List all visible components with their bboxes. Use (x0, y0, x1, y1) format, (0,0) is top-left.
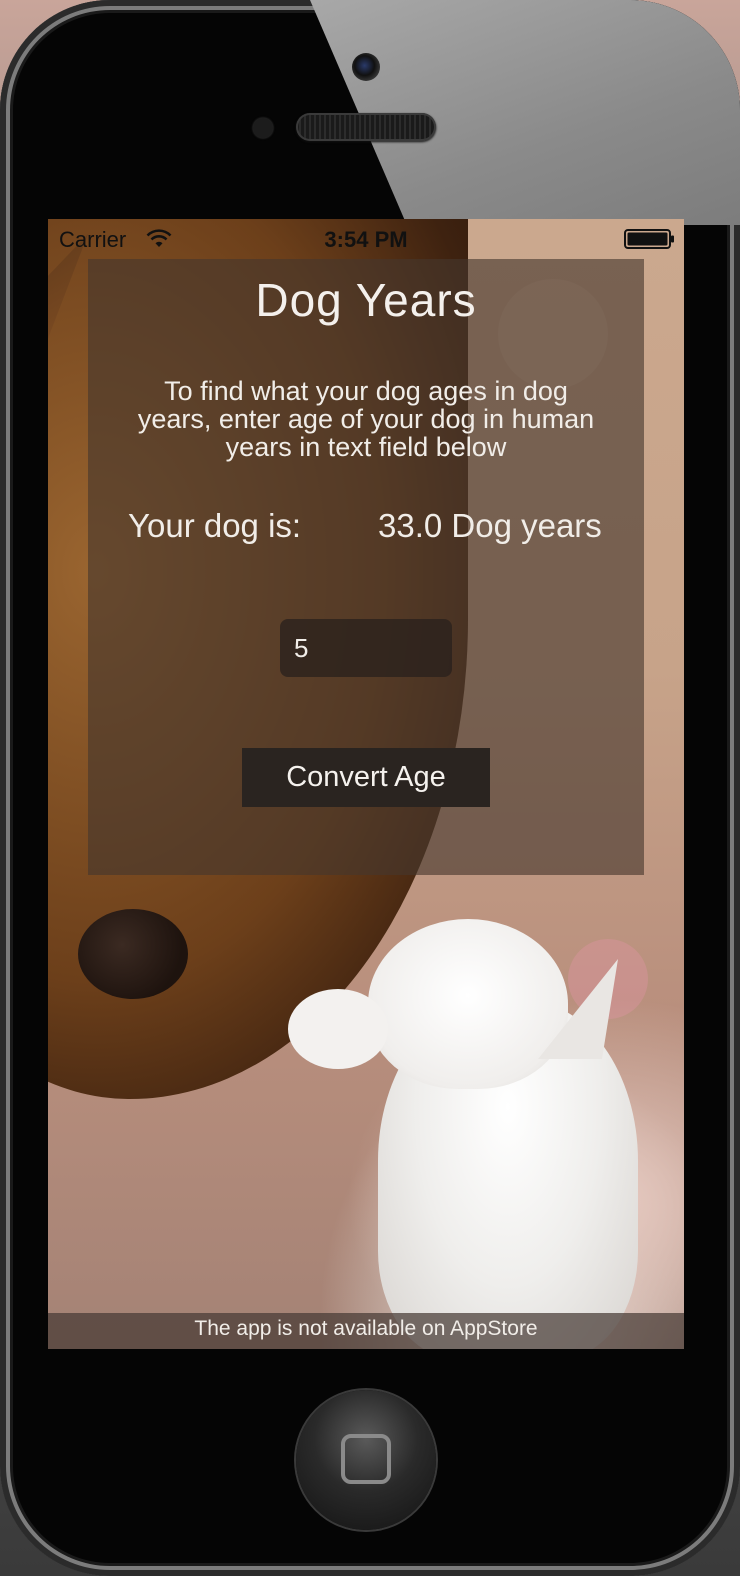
app-screen: Carrier 3:54 PM Dog Years To find what y… (48, 219, 684, 1349)
human-age-input[interactable] (280, 619, 452, 677)
app-title: Dog Years (255, 274, 477, 326)
home-square-icon (341, 1434, 391, 1484)
home-button[interactable] (296, 1390, 436, 1530)
instructions-text: To find what your dog ages in dog years,… (137, 376, 595, 462)
earpiece-speaker (296, 113, 436, 141)
result-label: Your dog is: (128, 507, 302, 544)
dog-ear-shape (48, 234, 88, 464)
dog-nose-shape (78, 909, 188, 999)
proximity-sensor (253, 118, 273, 138)
phone-body: Carrier 3:54 PM Dog Years To find what y… (0, 0, 740, 1576)
status-time: 3:54 PM (324, 227, 408, 252)
kitten-head-shape (368, 919, 568, 1089)
device-stage: Carrier 3:54 PM Dog Years To find what y… (0, 0, 740, 1576)
battery-icon (624, 229, 674, 249)
result-value: 33.0 Dog years (378, 507, 602, 544)
front-camera (352, 53, 380, 81)
converter-panel: Dog Years To find what your dog ages in … (88, 259, 644, 875)
kitten-paw-shape (288, 989, 388, 1069)
convert-age-button[interactable]: Convert Age (242, 748, 490, 807)
status-bar: Carrier 3:54 PM (48, 219, 684, 259)
footer-bar: The app is not available on AppStore (48, 1313, 684, 1349)
